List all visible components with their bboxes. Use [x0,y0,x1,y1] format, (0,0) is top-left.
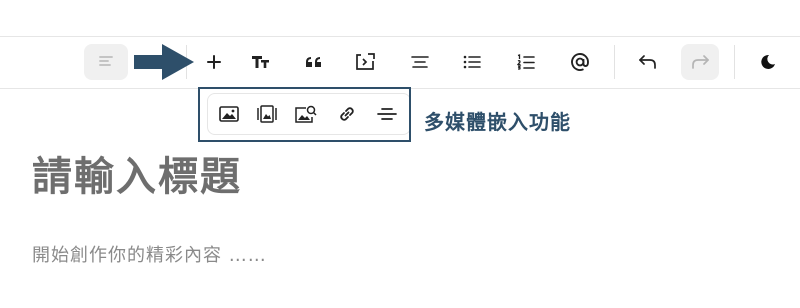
annotation-highlight-box [198,87,411,142]
mention-button[interactable] [561,44,599,80]
align-left-button[interactable] [84,44,128,80]
undo-button[interactable] [629,44,667,80]
text-size-button[interactable] [242,44,280,80]
dark-mode-button[interactable] [749,44,787,80]
align-center-button[interactable] [401,44,439,80]
toolbar-separator [734,45,735,79]
redo-button[interactable] [681,44,719,80]
bullet-list-icon [463,55,481,69]
title-placeholder[interactable]: 請輸入標題 [32,144,242,202]
code-block-icon [355,53,375,71]
moon-icon [760,54,776,70]
body-placeholder[interactable]: 開始創作你的精彩內容 …… [32,241,267,267]
editor-toolbar [0,37,800,88]
bullet-list-button[interactable] [453,44,491,80]
numbered-list-button[interactable] [507,44,545,80]
code-block-button[interactable] [346,44,384,80]
quote-button[interactable] [295,44,333,80]
at-icon [570,52,590,72]
redo-icon [691,55,709,69]
text-size-icon [251,54,271,70]
undo-icon [639,55,657,69]
numbered-list-icon [517,54,535,70]
toolbar-separator [614,45,615,79]
align-center-icon [411,55,429,69]
annotation-callout: 多媒體嵌入功能 [424,110,571,134]
plus-icon [207,55,221,69]
annotation-arrow [130,42,198,82]
quote-icon [305,56,323,68]
align-left-icon [98,55,114,69]
add-button[interactable] [195,44,233,80]
